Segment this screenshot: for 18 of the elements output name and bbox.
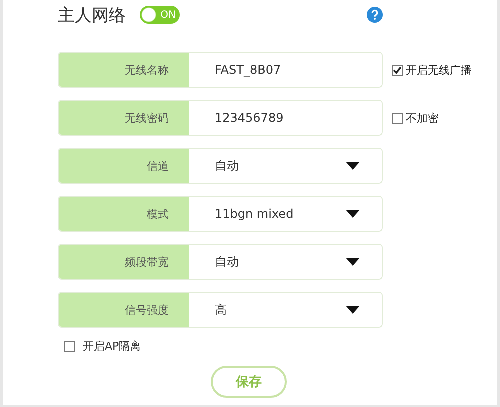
caret-icon xyxy=(346,306,360,314)
checkbox[interactable] xyxy=(64,341,75,352)
checkbox[interactable] xyxy=(392,64,403,76)
checkbox[interactable] xyxy=(392,112,403,124)
caret-icon xyxy=(346,210,360,218)
section-title: 主人网络 xyxy=(58,4,126,26)
checkbox-label: 不加密 xyxy=(406,110,439,126)
checkbox-label: 开启无线广播 xyxy=(406,62,472,78)
field-label: 无线名称 xyxy=(59,53,189,87)
checkbox-label: 开启AP隔离 xyxy=(83,339,142,354)
caret-icon xyxy=(346,162,360,170)
field-label: 模式 xyxy=(59,197,189,231)
field-label: 频段带宽 xyxy=(59,245,189,279)
help-icon[interactable] xyxy=(367,7,383,23)
field-label: 无线密码 xyxy=(59,101,189,135)
caret-icon xyxy=(346,258,360,266)
field-label: 信号强度 xyxy=(59,293,189,327)
field-label: 信道 xyxy=(59,149,189,183)
